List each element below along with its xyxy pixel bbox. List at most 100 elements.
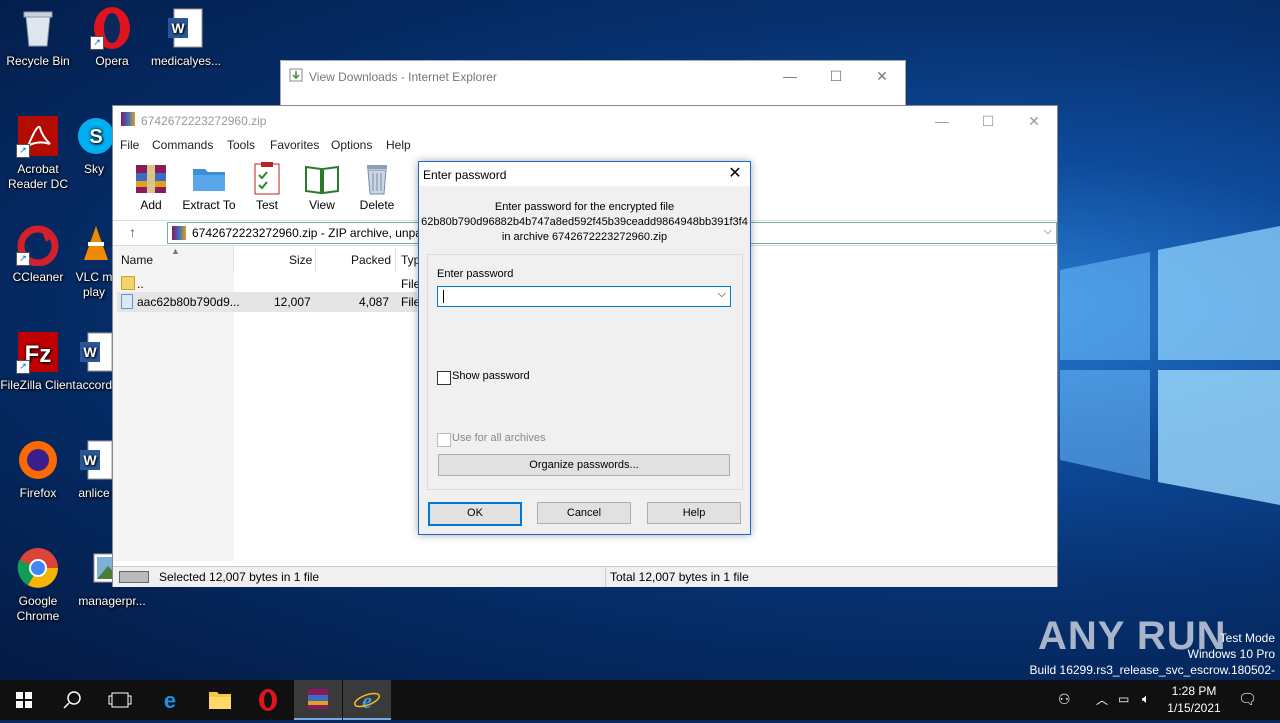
edge-icon: e — [164, 688, 176, 713]
word-document-icon: W — [164, 6, 208, 50]
column-separator — [315, 248, 316, 272]
acrobat-icon: ↗ — [16, 114, 60, 158]
test-clipboard-icon — [249, 161, 285, 195]
desktop-icon-recycle-bin[interactable]: Recycle Bin — [0, 6, 76, 69]
menu-favorites[interactable]: Favorites — [270, 138, 319, 152]
toolbar-extract-button[interactable]: Extract To — [179, 161, 239, 212]
winrar-close-button[interactable]: ✕ — [1011, 106, 1057, 136]
dialog-message: Enter password for the encrypted file 62… — [421, 201, 748, 243]
skype-icon: S — [74, 114, 114, 158]
taskbar-winrar[interactable] — [294, 680, 342, 720]
folder-extract-icon — [191, 161, 227, 195]
cancel-button[interactable]: Cancel — [537, 502, 631, 524]
desktop-icon-accord[interactable]: W accord — [74, 330, 114, 393]
status-divider — [605, 567, 606, 587]
notifications-icon[interactable]: 🗨︎ — [1238, 690, 1257, 708]
desktop-icon-medicalyes[interactable]: W medicalyes... — [148, 6, 224, 69]
menu-bar: File Commands Tools Favorites Options He… — [113, 136, 1057, 154]
trash-icon — [359, 161, 395, 195]
ie-window: View Downloads - Internet Explorer — ☐ ✕ — [280, 60, 906, 108]
desktop-icon-filezilla[interactable]: Fz ↗ FileZilla Client — [0, 330, 76, 393]
file-explorer-icon — [209, 692, 231, 709]
opera-icon: ↗ — [90, 6, 134, 50]
desktop-icon-vlc[interactable]: VLC m play — [74, 222, 114, 300]
help-button[interactable]: Help — [647, 502, 741, 524]
desktop-icon-chrome[interactable]: Google Chrome — [0, 546, 76, 624]
ie-maximize-button[interactable]: ☐ — [813, 61, 859, 91]
up-arrow-icon[interactable]: ↑ — [129, 224, 136, 240]
text-cursor — [443, 290, 444, 303]
svg-text:W: W — [83, 452, 97, 468]
winrar-minimize-button[interactable]: — — [919, 106, 965, 136]
ccleaner-icon: ↗ — [16, 222, 60, 267]
winrar-maximize-button[interactable]: ☐ — [965, 106, 1011, 136]
menu-tools[interactable]: Tools — [227, 138, 255, 152]
taskbar-opera[interactable] — [244, 680, 292, 720]
taskbar-edge[interactable]: e — [146, 680, 194, 720]
desktop-icon-skype[interactable]: S Sky — [74, 114, 114, 177]
column-header-name[interactable]: Name — [121, 253, 153, 267]
column-header-packed[interactable]: Packed — [351, 253, 391, 267]
winrar-icon — [121, 112, 135, 126]
menu-commands[interactable]: Commands — [152, 138, 213, 152]
svg-text:e: e — [362, 688, 372, 713]
menu-options[interactable]: Options — [331, 138, 372, 152]
chevron-down-icon[interactable]: ⌵ — [1044, 225, 1052, 238]
add-archive-icon — [133, 161, 169, 195]
table-row[interactable]: aac62b80b790d9... 12,007 4,087 File — [117, 292, 420, 312]
chevron-up-icon[interactable]: ︿ — [1096, 691, 1108, 708]
show-password-checkbox[interactable] — [437, 371, 451, 385]
start-button[interactable] — [0, 680, 48, 720]
desktop-icon-ccleaner[interactable]: ↗ CCleaner — [0, 222, 76, 285]
ie-close-button[interactable]: ✕ — [859, 61, 905, 91]
desktop-icon-firefox[interactable]: Firefox — [0, 438, 76, 501]
view-book-icon — [304, 161, 340, 195]
desktop-icon-anlice[interactable]: W anlice — [74, 438, 114, 501]
sort-arrow-icon: ▲ — [171, 246, 180, 256]
menu-help[interactable]: Help — [386, 138, 411, 152]
dialog-title: Enter password — [423, 168, 507, 182]
use-all-archives-checkbox[interactable] — [437, 433, 451, 447]
taskbar-file-explorer[interactable] — [196, 680, 244, 720]
address-text: 6742672223272960.zip - ZIP archive, unpa… — [192, 226, 434, 240]
password-input[interactable]: ⌵ — [437, 286, 731, 307]
task-view-icon — [108, 692, 132, 708]
column-separator — [233, 248, 234, 272]
dialog-titlebar: Enter password ✕ — [419, 162, 750, 186]
clock[interactable]: 1:28 PM 1/15/2021 — [1164, 684, 1224, 715]
task-view-button[interactable] — [96, 680, 144, 720]
svg-text:e: e — [164, 688, 176, 713]
search-icon — [63, 691, 81, 709]
show-password-label: Show password — [452, 370, 530, 382]
network-icon[interactable]: ▭ — [1118, 692, 1129, 706]
menu-file[interactable]: File — [120, 138, 139, 152]
taskbar-internet-explorer[interactable]: e — [343, 680, 391, 720]
chevron-down-icon[interactable]: ⌵ — [718, 288, 726, 301]
winrar-icon — [308, 689, 328, 709]
column-header-size[interactable]: Size — [289, 253, 312, 267]
search-button[interactable] — [48, 680, 96, 720]
chrome-icon — [16, 546, 60, 590]
desktop-icon-opera[interactable]: ↗ Opera — [74, 6, 150, 69]
toolbar-view-button[interactable]: View — [292, 161, 352, 212]
zip-archive-icon — [172, 226, 186, 240]
shortcut-arrow-icon: ↗ — [90, 36, 104, 50]
shortcut-arrow-icon: ↗ — [16, 144, 30, 158]
windows-start-icon — [16, 692, 32, 708]
ok-button[interactable]: OK — [428, 502, 522, 526]
use-all-archives-label: Use for all archives — [452, 432, 546, 444]
people-icon[interactable]: ⚇ — [1058, 691, 1071, 708]
toolbar-add-button[interactable]: Add — [121, 161, 181, 212]
recycle-bin-icon — [16, 6, 60, 50]
dialog-close-button[interactable]: ✕ — [720, 162, 750, 186]
toolbar-delete-button[interactable]: Delete — [347, 161, 407, 212]
word-document-icon: W — [74, 330, 114, 374]
toolbar-test-button[interactable]: Test — [237, 161, 297, 212]
password-dialog: Enter password ✕ Enter password for the … — [418, 161, 751, 535]
downloads-icon — [289, 68, 303, 82]
desktop-icon-acrobat[interactable]: ↗ Acrobat Reader DC — [0, 114, 76, 192]
organize-passwords-button[interactable]: Organize passwords... — [438, 454, 730, 476]
ie-minimize-button[interactable]: — — [767, 61, 813, 91]
vlc-icon — [74, 222, 114, 266]
volume-icon[interactable]: 🔈︎ — [1142, 691, 1150, 707]
